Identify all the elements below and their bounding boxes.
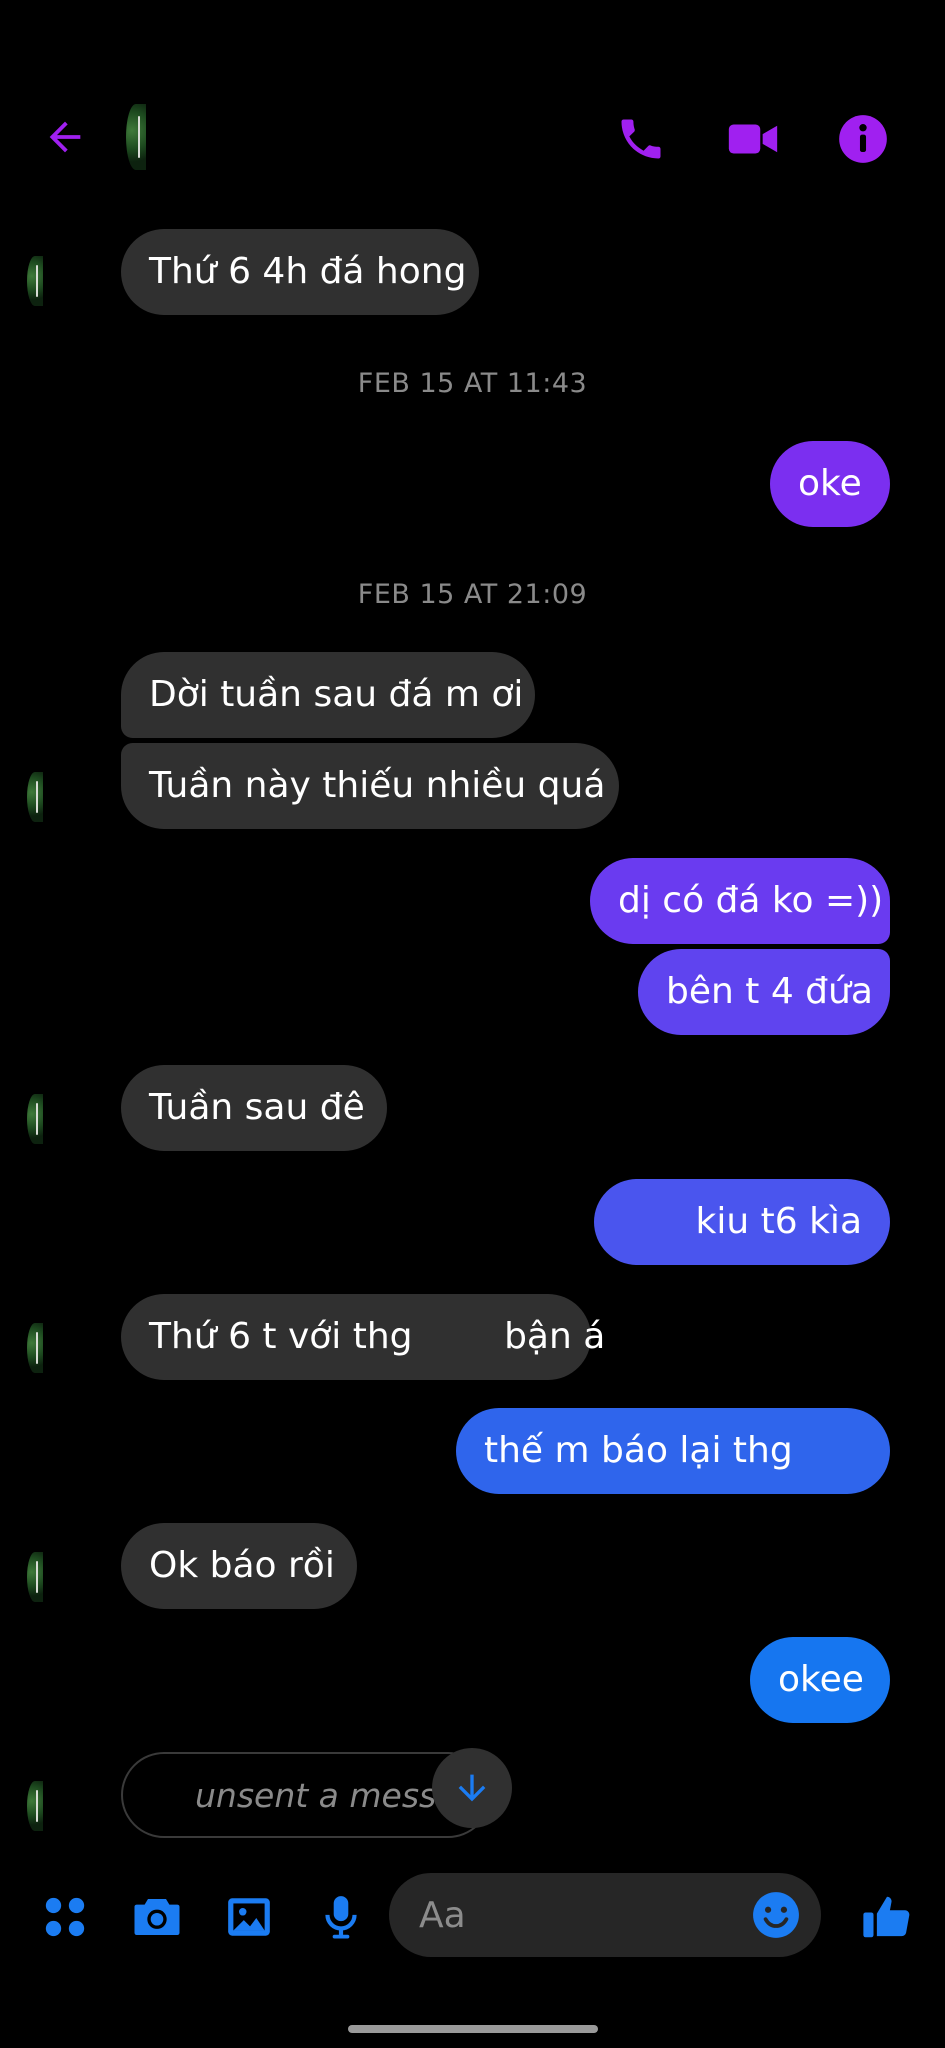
sent-message[interactable]: kiu t6 kìa: [594, 1179, 890, 1265]
message-composer[interactable]: [389, 1873, 821, 1957]
received-message[interactable]: Thứ 6 t với thg bận á: [121, 1294, 605, 1380]
timestamp: FEB 15 AT 11:43: [357, 368, 588, 399]
timestamp: FEB 15 AT 21:09: [357, 579, 588, 610]
gallery-button[interactable]: [218, 1886, 280, 1948]
sent-message[interactable]: dị có đá ko =)): [590, 858, 890, 944]
sender-avatar: [27, 1552, 43, 1602]
message-input[interactable]: [417, 1893, 741, 1937]
contact-avatar[interactable]: [126, 104, 146, 170]
emoji-button[interactable]: [745, 1884, 807, 1946]
sender-avatar: [27, 1781, 43, 1831]
info-icon: [839, 115, 887, 163]
thumbs-up-icon: [863, 1896, 910, 1938]
more-actions-button[interactable]: [34, 1886, 96, 1948]
received-message[interactable]: Tuần sau đê: [121, 1065, 387, 1151]
four-dots-icon: [45, 1897, 85, 1937]
camera-icon: [134, 1899, 180, 1935]
phone-icon: [621, 119, 661, 159]
video-call-button[interactable]: [722, 108, 784, 170]
video-camera-icon: [728, 124, 778, 154]
home-indicator: [348, 2025, 598, 2033]
smiley-icon: [753, 1892, 799, 1938]
info-button[interactable]: [832, 108, 894, 170]
sender-avatar: [27, 1323, 43, 1373]
sent-message[interactable]: okee: [750, 1637, 890, 1723]
sent-message[interactable]: thế m báo lại thg: [456, 1408, 890, 1494]
image-icon: [228, 1898, 270, 1936]
sender-avatar: [27, 1094, 43, 1144]
sent-message[interactable]: oke: [770, 441, 890, 527]
received-message[interactable]: Tuần này thiếu nhiều quá: [121, 743, 619, 829]
arrow-down-icon: [458, 1774, 486, 1802]
call-button[interactable]: [610, 108, 672, 170]
microphone-icon: [325, 1896, 357, 1939]
like-button[interactable]: [854, 1884, 920, 1950]
sent-message[interactable]: bên t 4 đứa: [638, 949, 890, 1035]
back-button[interactable]: [36, 108, 94, 166]
sender-avatar: [27, 256, 43, 306]
camera-button[interactable]: [126, 1886, 188, 1948]
arrow-left-icon: [49, 121, 81, 153]
received-message[interactable]: Ok báo rồi: [121, 1523, 357, 1609]
received-message[interactable]: Dời tuần sau đá m ơi: [121, 652, 535, 738]
sender-avatar: [27, 772, 43, 822]
received-message[interactable]: Thứ 6 4h đá hong: [121, 229, 479, 315]
voice-message-button[interactable]: [310, 1886, 372, 1948]
scroll-to-bottom-button[interactable]: [432, 1748, 512, 1828]
